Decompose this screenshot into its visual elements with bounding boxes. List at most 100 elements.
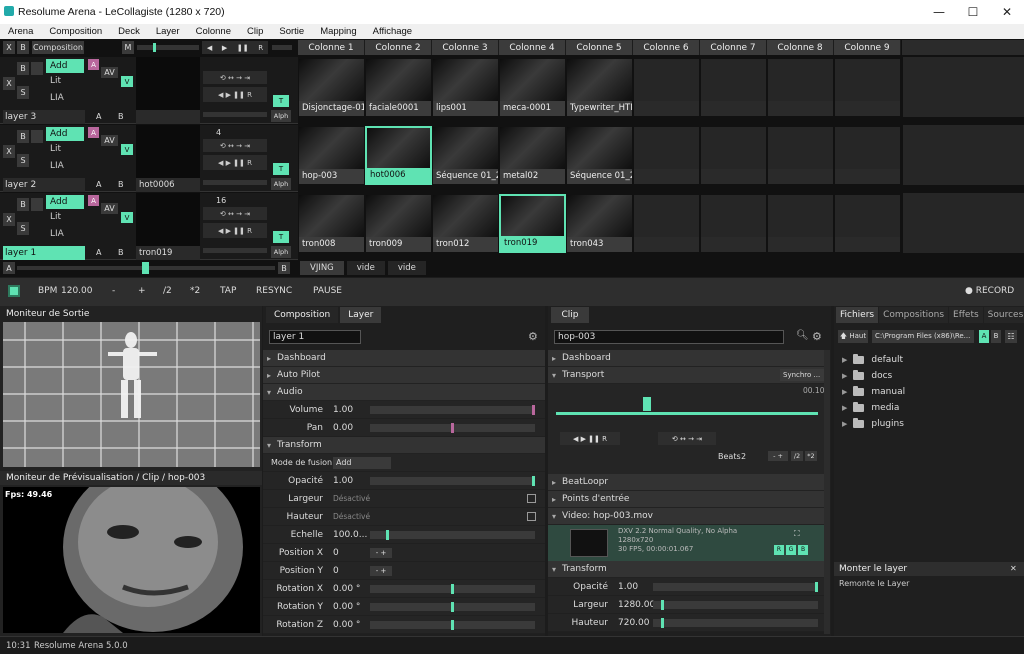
clip-cell[interactable] <box>633 58 700 117</box>
layer-a-crossfade[interactable]: A <box>96 112 101 121</box>
param-value[interactable]: 0.00 <box>333 419 353 437</box>
folder-item[interactable]: ▶ default <box>842 352 1022 368</box>
layer-bypass-button[interactable]: B <box>17 62 29 75</box>
layer-av-button[interactable]: AV <box>101 203 118 214</box>
layer-av-button[interactable]: AV <box>101 135 118 146</box>
folder-item[interactable]: ▶ docs <box>842 368 1022 384</box>
layer-bypass-button[interactable]: B <box>17 130 29 143</box>
clip-cell[interactable]: tron008 <box>298 194 365 253</box>
layer-a-button[interactable]: A <box>88 59 99 70</box>
clip-cell[interactable]: Typewriter_HTML_in <box>566 58 633 117</box>
layer-t-button[interactable]: T <box>273 95 289 107</box>
clip-section-transform[interactable]: Transform <box>548 561 824 578</box>
beats-value[interactable]: 2 <box>741 452 746 461</box>
folder-item[interactable]: ▶ manual <box>842 384 1022 400</box>
comp-clear-button[interactable]: X <box>3 41 15 54</box>
maximize-button[interactable]: ☐ <box>956 0 990 24</box>
layer-panel-tab-composition[interactable]: Composition <box>266 307 339 323</box>
layer-lock-button[interactable] <box>31 198 43 211</box>
blend-option-lia[interactable]: LIA <box>50 93 64 103</box>
layer-a-crossfade[interactable]: A <box>96 248 101 257</box>
metronome-icon[interactable] <box>8 285 20 297</box>
layer-section-transform[interactable]: Transform <box>263 437 545 454</box>
layer-v-button[interactable]: V <box>121 76 133 87</box>
layer-name-field[interactable]: layer 1 <box>269 330 361 344</box>
param-slider[interactable] <box>653 619 818 627</box>
clip-section-dashboard[interactable]: Dashboard <box>548 350 824 367</box>
layer-lock-button[interactable] <box>31 62 43 75</box>
layer-solo-button[interactable]: S <box>17 222 29 235</box>
layer-name[interactable]: layer 2 <box>3 178 85 192</box>
layer-transport-controls[interactable]: ◀ ▶ ❚❚ R <box>203 87 267 102</box>
path-dropdown[interactable]: C:\Program Files (x86)\Re... <box>872 330 974 343</box>
fullscreen-icon[interactable]: ⛶ <box>794 529 800 539</box>
clip-cell[interactable]: hop-003 <box>298 126 365 185</box>
composition-button[interactable]: Composition <box>32 41 84 54</box>
clip-cell[interactable]: tron043 <box>566 194 633 253</box>
menu-affichage[interactable]: Affichage <box>365 26 420 37</box>
param-value[interactable]: 0 <box>333 544 339 562</box>
param-slider[interactable] <box>653 601 818 609</box>
clip-playhead[interactable] <box>643 397 651 411</box>
column-header-9[interactable]: Colonne 9 <box>834 40 901 55</box>
layer-clear-button[interactable]: X <box>3 213 15 226</box>
files-b-button[interactable]: B <box>991 330 1001 343</box>
param-stepper[interactable]: - + <box>370 548 392 558</box>
param-slider-knob[interactable] <box>532 405 535 415</box>
up-button[interactable]: 🡅 Haut <box>838 330 868 343</box>
pause-button[interactable]: PAUSE <box>313 286 342 296</box>
master-transport[interactable]: ◀ ▶ ❚❚ R <box>202 41 268 54</box>
layer-section-auto-pilot[interactable]: Auto Pilot <box>263 367 545 384</box>
clip-cell[interactable] <box>700 126 767 185</box>
files-tab-compositions[interactable]: Compositions <box>879 307 949 323</box>
expand-arrow-icon[interactable]: ▶ <box>842 420 847 428</box>
layer-opacity-slider[interactable] <box>203 112 267 117</box>
search-icon[interactable]: 🔍︎ <box>796 330 809 341</box>
param-slider-knob[interactable] <box>661 618 664 628</box>
layer-solo-button[interactable]: S <box>17 86 29 99</box>
layer-transport-controls[interactable]: ◀ ▶ ❚❚ R <box>203 223 267 238</box>
blend-option-lit[interactable]: Lit <box>50 76 61 86</box>
clip-cell[interactable] <box>767 126 834 185</box>
param-slider[interactable] <box>370 477 535 485</box>
param-slider[interactable] <box>653 583 818 591</box>
layer-section-dashboard[interactable]: Dashboard <box>263 350 545 367</box>
column-header-6[interactable]: Colonne 6 <box>633 40 700 55</box>
close-button[interactable]: ✕ <box>990 0 1024 24</box>
speed-slider[interactable] <box>272 45 292 50</box>
expand-arrow-icon[interactable]: ▶ <box>842 372 847 380</box>
param-slider-knob[interactable] <box>451 584 454 594</box>
clip-transport-buttons[interactable]: ◀ ▶ ❚❚ R <box>560 432 620 445</box>
blend-mode-dropdown[interactable]: Add <box>46 127 84 141</box>
layer-play-direction[interactable]: ⟲ ↔ → ⇥ <box>203 139 267 152</box>
layer-a-crossfade[interactable]: A <box>96 180 101 189</box>
layer-transport-controls[interactable]: ◀ ▶ ❚❚ R <box>203 155 267 170</box>
channel-r-button[interactable]: R <box>774 545 784 555</box>
clip-name-field[interactable]: hop-003 <box>554 330 784 344</box>
column-header-3[interactable]: Colonne 3 <box>432 40 499 55</box>
expand-arrow-icon[interactable]: ▶ <box>842 388 847 396</box>
param-value[interactable]: 100.0... <box>333 526 367 544</box>
clip-cell[interactable] <box>700 58 767 117</box>
param-value[interactable]: 720.00 <box>618 614 650 632</box>
tap-button[interactable]: TAP <box>220 286 236 296</box>
layer-b-crossfade[interactable]: B <box>118 248 124 257</box>
folder-item[interactable]: ▶ media <box>842 400 1022 416</box>
column-header-1[interactable]: Colonne 1 <box>298 40 365 55</box>
clip-cell[interactable]: meca-0001 <box>499 58 566 117</box>
expand-arrow-icon[interactable]: ▶ <box>842 404 847 412</box>
clip-cell[interactable]: tron009 <box>365 194 432 253</box>
column-header-4[interactable]: Colonne 4 <box>499 40 566 55</box>
crossfader-a-button[interactable]: A <box>3 262 15 274</box>
layer-av-button[interactable]: AV <box>101 67 118 78</box>
bpm-value[interactable]: 120.00 <box>61 286 93 296</box>
files-tab-fichiers[interactable]: Fichiers <box>836 307 879 323</box>
synchro-dropdown[interactable]: Synchro ... <box>780 369 824 381</box>
layer-clear-button[interactable]: X <box>3 77 15 90</box>
clip-timeline[interactable] <box>556 412 818 415</box>
layer-settings-gear-icon[interactable]: ⚙ <box>528 330 538 343</box>
layer-panel-tab-layer[interactable]: Layer <box>340 307 382 323</box>
beats-double[interactable]: *2 <box>805 451 817 461</box>
blend-mode-dropdown[interactable]: Add <box>46 59 84 73</box>
layer-opacity-slider[interactable] <box>203 180 267 185</box>
